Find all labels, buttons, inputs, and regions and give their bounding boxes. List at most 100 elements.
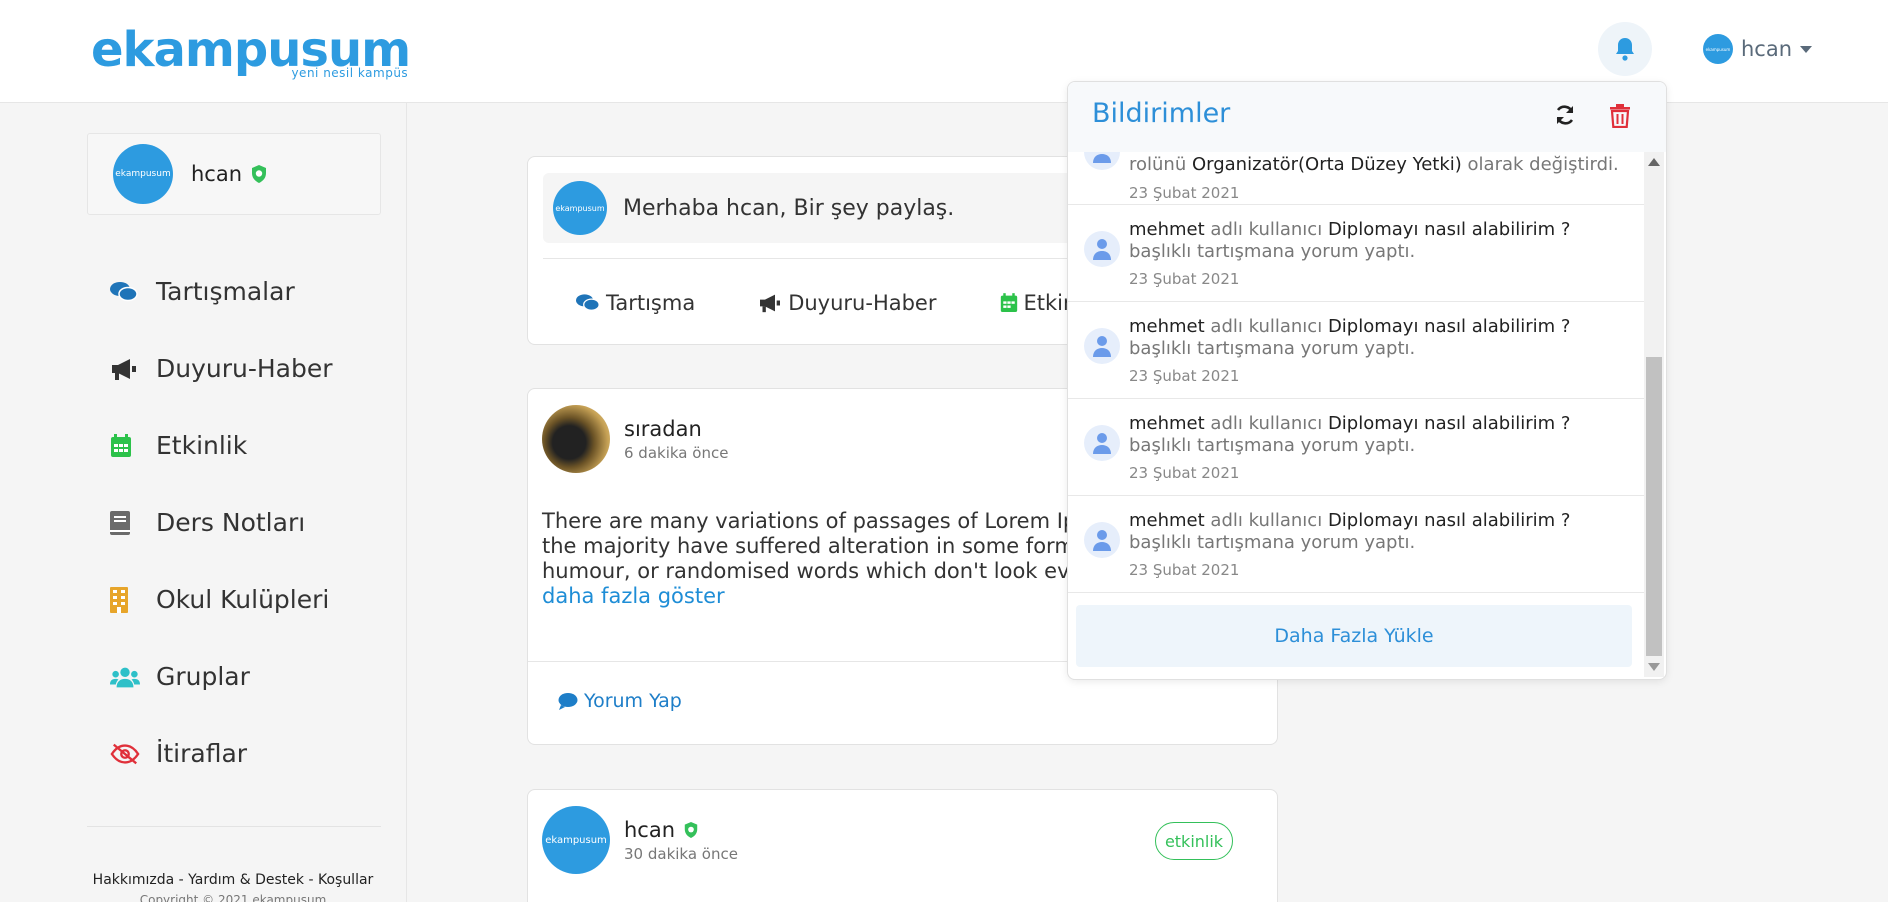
post-card: ekampusum hcan 30 dakika önce etkinlik <box>527 789 1278 902</box>
comment-button[interactable]: Yorum Yap <box>558 690 682 712</box>
share-prompt: Merhaba hcan, Bir şey paylaş. <box>623 195 955 221</box>
load-more-button[interactable]: Daha Fazla Yükle <box>1076 605 1632 667</box>
notification-topic: Diplomayı nasıl alabilirim ? <box>1327 219 1571 240</box>
user-menu[interactable]: ekampusum hcan <box>1703 34 1813 64</box>
copyright: Copyright © 2021 ekampusum <box>139 893 327 902</box>
verified-shield-icon <box>250 164 268 184</box>
notification-fragment: adlı kullanıcı <box>1204 316 1328 337</box>
megaphone-icon <box>760 294 781 313</box>
refresh-button[interactable] <box>1554 104 1576 130</box>
megaphone-icon <box>110 357 140 381</box>
notification-fragment: başlıklı tartışmana yorum yaptı. <box>1129 532 1416 553</box>
logo-tagline: yeni nesil kampüs <box>291 66 409 80</box>
sidebar-item-label: Okul Kulüpleri <box>156 585 330 614</box>
delete-all-button[interactable] <box>1610 104 1630 132</box>
user-avatar-icon <box>1084 152 1120 170</box>
sidebar-item-gruplar[interactable]: Gruplar <box>0 638 407 715</box>
calendar-icon <box>110 433 140 458</box>
sidebar-item-okul-kulupleri[interactable]: Okul Kulüpleri <box>0 561 407 638</box>
scroll-up-arrow-icon[interactable] <box>1648 158 1660 166</box>
notification-item[interactable]: rolünü Organizatör(Orta Düzey Yetki) ola… <box>1068 152 1644 205</box>
notification-text: mehmet adlı kullanıcı Diplomayı nasıl al… <box>1129 413 1634 457</box>
share-actions: Tartışma Duyuru-Haber Etkinlik <box>576 291 1100 315</box>
notification-fragment: adlı kullanıcı <box>1204 413 1328 434</box>
header-user-name: hcan <box>1741 37 1793 61</box>
notification-date: 23 Şubat 2021 <box>1129 367 1240 385</box>
refresh-icon <box>1556 105 1574 125</box>
share-announcement-button[interactable]: Duyuru-Haber <box>758 291 937 315</box>
notification-fragment: rolünü <box>1129 154 1192 175</box>
avatar[interactable]: ekampusum <box>542 806 610 874</box>
users-icon <box>110 666 140 688</box>
avatar: ekampusum <box>553 181 607 235</box>
comments-icon <box>576 294 600 311</box>
sidebar-item-label: Tartışmalar <box>156 277 295 306</box>
user-avatar-icon <box>1084 231 1120 267</box>
notification-item[interactable]: mehmet adlı kullanıcı Diplomayı nasıl al… <box>1068 496 1644 593</box>
scroll-thumb[interactable] <box>1646 357 1662 656</box>
notification-date: 23 Şubat 2021 <box>1129 464 1240 482</box>
share-discussion-button[interactable]: Tartışma <box>576 291 695 315</box>
sidebar-item-duyuru-haber[interactable]: Duyuru-Haber <box>0 330 407 407</box>
notifications-button[interactable] <box>1598 22 1652 76</box>
sidebar-item-label: Duyuru-Haber <box>156 354 333 383</box>
caret-down-icon <box>1800 45 1813 53</box>
notification-user: mehmet <box>1129 219 1205 240</box>
notification-user: mehmet <box>1129 316 1205 337</box>
notifications-title: Bildirimler <box>1092 98 1231 129</box>
notification-text: mehmet adlı kullanıcı Diplomayı nasıl al… <box>1129 219 1634 263</box>
avatar: ekampusum <box>1703 34 1733 64</box>
post-author[interactable]: hcan <box>624 818 738 842</box>
notification-item[interactable]: mehmet adlı kullanıcı Diplomayı nasıl al… <box>1068 302 1644 399</box>
notification-date: 23 Şubat 2021 <box>1129 184 1240 202</box>
comment-icon <box>558 693 578 710</box>
notification-highlight: Organizatör(Orta Düzey Yetki) <box>1191 154 1462 175</box>
avatar[interactable] <box>542 405 610 473</box>
profile-name: hcan <box>191 162 243 186</box>
footer-links[interactable]: Hakkımızda - Yardım & Destek - Koşullar <box>0 872 466 888</box>
user-avatar-icon <box>1084 328 1120 364</box>
sidebar-item-ders-notlari[interactable]: Ders Notları <box>0 484 407 561</box>
post-line: There are many variations of passages of… <box>542 509 1271 533</box>
profile-card[interactable]: ekampusum hcan <box>87 133 381 215</box>
sidebar-item-etkinlik[interactable]: Etkinlik <box>0 407 407 484</box>
sidebar-item-label: Etkinlik <box>156 431 248 460</box>
category-badge[interactable]: etkinlik <box>1155 822 1233 860</box>
notification-fragment: başlıklı tartışmana yorum yaptı. <box>1129 435 1416 456</box>
notification-item[interactable]: mehmet adlı kullanıcı Diplomayı nasıl al… <box>1068 205 1644 302</box>
show-more-link[interactable]: daha fazla göster <box>542 584 1062 609</box>
post-header: ekampusum hcan 30 dakika önce <box>542 806 738 874</box>
notification-fragment: adlı kullanıcı <box>1204 219 1328 240</box>
scrollbar[interactable] <box>1644 152 1664 677</box>
sidebar-item-label: İtiraflar <box>156 739 248 768</box>
notification-item[interactable]: mehmet adlı kullanıcı Diplomayı nasıl al… <box>1068 399 1644 496</box>
share-action-label: Duyuru-Haber <box>788 291 937 315</box>
notification-fragment: başlıklı tartışmana yorum yaptı. <box>1129 338 1416 359</box>
sidebar-item-itiraflar[interactable]: İtiraflar <box>0 715 407 792</box>
trash-icon <box>1610 104 1630 129</box>
calendar-icon <box>1000 293 1017 312</box>
scroll-down-arrow-icon[interactable] <box>1648 663 1660 671</box>
comments-icon <box>110 281 140 303</box>
sidebar-item-label: Ders Notları <box>156 508 306 537</box>
bell-icon <box>1616 38 1634 61</box>
post-author[interactable]: sıradan <box>624 417 728 441</box>
user-avatar-icon <box>1084 425 1120 461</box>
notifications-header: Bildirimler <box>1068 82 1666 152</box>
avatar: ekampusum <box>113 144 173 204</box>
post-time: 6 dakika önce <box>624 443 729 462</box>
site-logo[interactable]: ekampusum yeni nesil kampüs <box>91 24 411 80</box>
notifications-dropdown: Bildirimler rolünü Organizatör(Orta Düze… <box>1067 81 1667 680</box>
notification-topic: Diplomayı nasıl alabilirim ? <box>1327 413 1571 434</box>
notification-fragment: olarak değiştirdi. <box>1461 154 1619 175</box>
divider <box>87 826 381 827</box>
notification-user: mehmet <box>1129 413 1205 434</box>
notification-topic: Diplomayı nasıl alabilirim ? <box>1327 316 1571 337</box>
notification-text: mehmet adlı kullanıcı Diplomayı nasıl al… <box>1129 316 1634 360</box>
sidebar-item-tartismalar[interactable]: Tartışmalar <box>0 253 407 330</box>
post-body: There are many variations of passages of… <box>542 509 1278 609</box>
building-icon <box>110 586 140 613</box>
notification-text: rolünü Organizatör(Orta Düzey Yetki) ola… <box>1129 154 1634 176</box>
sidebar: ekampusum hcan Tartışmalar Duyuru-Haber … <box>0 103 407 902</box>
post-line: humour, or randomised words which don't … <box>542 559 1278 583</box>
